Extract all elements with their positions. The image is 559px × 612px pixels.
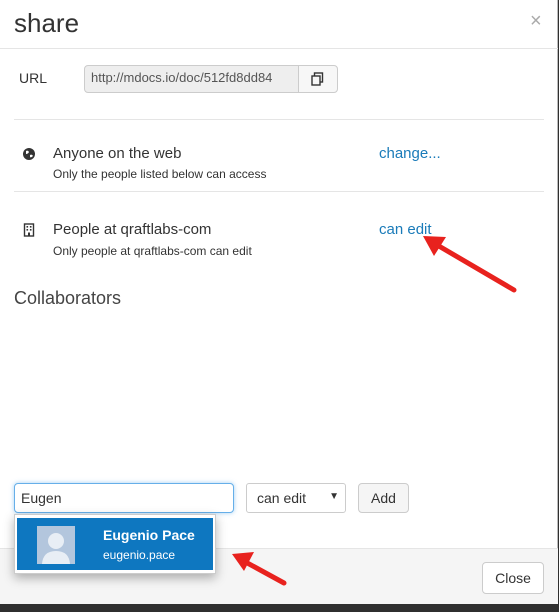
avatar xyxy=(37,526,75,564)
copy-url-button[interactable] xyxy=(298,65,338,93)
caret-down-icon: ▼ xyxy=(329,491,339,502)
permission-select[interactable]: can edit ▼ xyxy=(246,483,346,513)
url-field[interactable]: http://mdocs.io/doc/512fd8dd84 xyxy=(84,65,299,93)
dialog-header: share × xyxy=(0,0,558,49)
globe-icon xyxy=(23,148,35,160)
change-access-link[interactable]: change... xyxy=(379,145,441,162)
autocomplete-dropdown: Eugenio Pace eugenio.pace xyxy=(14,514,216,574)
annotation-arrow xyxy=(232,552,287,586)
close-icon[interactable]: × xyxy=(530,10,542,33)
url-label: URL xyxy=(19,70,48,86)
dialog-title: share xyxy=(14,8,80,38)
close-button[interactable]: Close xyxy=(482,562,544,594)
building-icon xyxy=(23,223,35,237)
divider xyxy=(14,191,544,192)
suggestion-name: Eugenio Pace xyxy=(103,527,195,543)
web-access-title: Anyone on the web xyxy=(53,145,182,162)
share-dialog: share × URL http://mdocs.io/doc/512fd8dd… xyxy=(0,0,558,604)
suggestion-username: eugenio.pace xyxy=(103,548,176,562)
divider xyxy=(14,119,544,120)
annotation-arrow xyxy=(423,236,517,293)
add-collaborator-button[interactable]: Add xyxy=(358,483,409,513)
permission-select-value: can edit xyxy=(257,490,307,506)
org-access-title: People at qraftlabs-com xyxy=(53,221,212,238)
collaborator-search-input[interactable] xyxy=(14,483,234,513)
collaborators-heading: Collaborators xyxy=(14,288,122,308)
suggestion-item[interactable]: Eugenio Pace eugenio.pace xyxy=(17,518,213,570)
user-placeholder-icon xyxy=(37,526,75,564)
web-access-subtitle: Only the people listed below can access xyxy=(53,167,267,181)
org-access-subtitle: Only people at qraftlabs-com can edit xyxy=(53,244,252,258)
copy-icon xyxy=(311,72,324,86)
